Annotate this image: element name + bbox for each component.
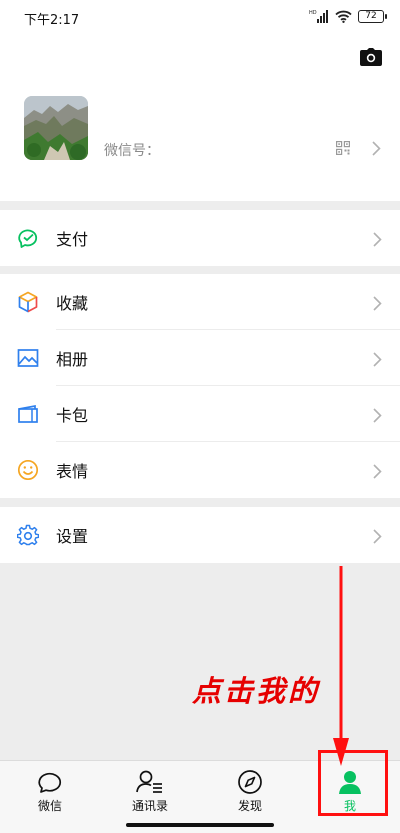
menu-item-favorites[interactable]: 收藏 xyxy=(0,274,400,330)
favorites-cube-icon xyxy=(18,291,38,313)
menu-label: 相册 xyxy=(56,350,89,369)
chevron-right-icon xyxy=(372,141,381,156)
chevron-right-icon xyxy=(373,232,382,247)
status-bar: 下午2:17 HD 72 xyxy=(0,0,400,34)
pay-icon xyxy=(18,229,38,248)
chevron-right-icon xyxy=(373,296,382,311)
compass-icon xyxy=(238,770,262,794)
annotation-text: 点击我的 xyxy=(192,674,321,708)
album-image-icon xyxy=(17,349,39,367)
camera-icon[interactable] xyxy=(360,48,382,66)
tab-label: 微信 xyxy=(37,799,62,813)
qr-code-icon[interactable] xyxy=(336,141,350,155)
signal-icon: HD xyxy=(309,10,328,23)
wallet-card-icon xyxy=(18,404,38,423)
chevron-right-icon xyxy=(373,529,382,544)
tab-label: 通讯录 xyxy=(131,799,168,813)
menu-item-wallet[interactable]: 卡包 xyxy=(0,386,400,442)
status-icons: HD 72 xyxy=(309,9,387,23)
tab-chats[interactable]: 微信 xyxy=(0,761,100,833)
menu-label: 卡包 xyxy=(56,406,89,425)
features-group: 收藏 相册 卡包 表情 xyxy=(0,274,400,498)
smiley-icon xyxy=(17,459,39,481)
menu-item-settings[interactable]: 设置 xyxy=(0,507,400,563)
menu-label: 收藏 xyxy=(56,294,89,313)
home-indicator xyxy=(126,823,274,827)
avatar[interactable] xyxy=(24,96,88,160)
menu-label: 设置 xyxy=(56,527,89,546)
gear-icon xyxy=(17,524,39,546)
battery-indicator: 72 xyxy=(358,9,387,23)
highlight-box xyxy=(318,750,388,816)
menu-item-pay[interactable]: 支付 xyxy=(0,210,400,266)
menu-label: 表情 xyxy=(56,462,89,481)
network-label: HD xyxy=(309,10,317,16)
settings-group: 设置 xyxy=(0,507,400,563)
chevron-right-icon xyxy=(373,464,382,479)
profile-header[interactable]: 微信号： xyxy=(0,34,400,201)
status-time: 下午2:17 xyxy=(24,13,80,28)
chevron-right-icon xyxy=(373,352,382,367)
menu-item-stickers[interactable]: 表情 xyxy=(0,442,400,498)
menu-item-album[interactable]: 相册 xyxy=(0,330,400,386)
tab-label: 发现 xyxy=(237,799,262,813)
wechat-id-label: 微信号： xyxy=(104,143,160,159)
menu-label: 支付 xyxy=(56,230,89,249)
pay-group: 支付 xyxy=(0,210,400,266)
contacts-icon xyxy=(136,770,162,793)
chat-bubble-icon xyxy=(38,772,62,793)
wifi-icon xyxy=(335,10,352,23)
chevron-right-icon xyxy=(373,408,382,423)
